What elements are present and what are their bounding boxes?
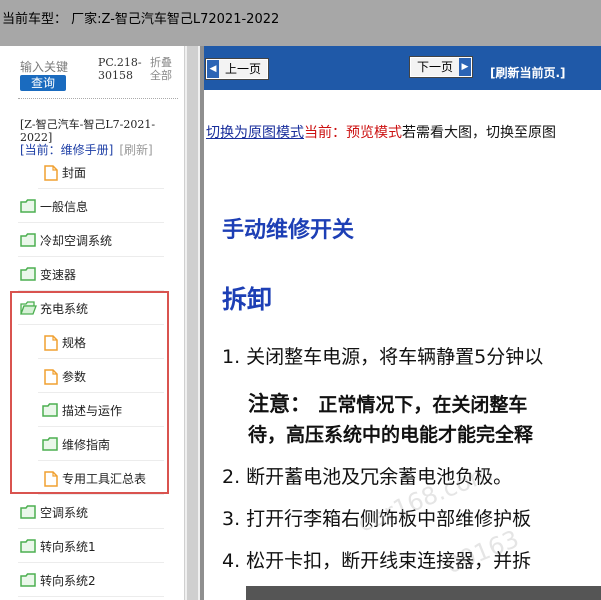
tree-item[interactable]: 转向系统2 — [18, 564, 164, 597]
tree-item[interactable]: 空调系统 — [18, 496, 164, 529]
divider — [18, 98, 178, 99]
tree-item-label: 一般信息 — [40, 200, 89, 214]
tree-item-label: 冷却空调系统 — [40, 234, 113, 248]
tree-item-label: 转向系统1 — [40, 540, 96, 554]
tree-item-label: 封面 — [62, 166, 87, 180]
refresh-page-link[interactable]: [刷新当前页.] — [490, 64, 566, 81]
note-line-2: 待，高压系统中的电能才能完全释 — [248, 424, 534, 446]
folder-icon — [20, 539, 36, 553]
collapse-all-button[interactable]: 折叠全部 — [150, 56, 180, 82]
step-1: 1. 关闭整车电源，将车辆静置5分钟以 — [222, 346, 544, 368]
keyword-input[interactable]: 输入关键 — [20, 60, 80, 74]
folder-icon — [20, 267, 36, 281]
refresh-link[interactable]: [刷新] — [119, 143, 152, 157]
doc-section-heading: 拆卸 — [222, 285, 273, 314]
page-toolbar: ◀ 上一页 下一页 ▶ [刷新当前页.] — [204, 46, 601, 90]
tree-item-label: 变速器 — [40, 268, 77, 282]
folder-icon — [20, 233, 36, 247]
figure-preview — [246, 586, 601, 600]
document-icon — [44, 165, 58, 181]
query-button[interactable]: 查询 — [20, 75, 66, 91]
search-area: 输入关键 查询 — [20, 60, 80, 91]
pc-code: PC.218-30158 — [98, 56, 142, 82]
title-bar: 当前车型： 厂家:Z-智己汽车智己L72021-2022 — [0, 0, 601, 46]
tree-item-label: 转向系统2 — [40, 574, 96, 588]
note-line-1: 注意： 正常情况下，在关闭整车 — [248, 388, 527, 418]
tree-item-label: 空调系统 — [40, 506, 89, 520]
current-mode-label: [当前：维修手册] — [20, 143, 114, 157]
prev-page-button[interactable]: ◀ 上一页 — [204, 58, 270, 80]
sidebar-scrollbar[interactable] — [185, 46, 200, 600]
tree-item[interactable]: 转向系统1 — [18, 530, 164, 563]
current-mode-text: 当前：预览模式 — [304, 125, 402, 141]
tree-item[interactable]: 变速器 — [18, 258, 164, 291]
folder-icon — [20, 199, 36, 213]
folder-icon — [20, 573, 36, 587]
tree-item[interactable]: 封面 — [38, 156, 164, 189]
arrow-right-icon: ▶ — [459, 58, 472, 76]
scrollbar-thumb[interactable] — [187, 46, 198, 600]
highlight-box — [10, 291, 169, 494]
switch-original-mode-link[interactable]: 切换为原图模式 — [206, 125, 304, 141]
tree-item[interactable]: 冷却空调系统 — [18, 224, 164, 257]
arrow-left-icon: ◀ — [207, 60, 219, 78]
doc-title: 手动维修开关 — [222, 218, 355, 243]
mode-line: 切换为原图模式当前：预览模式若需看大图，切换至原图 — [206, 122, 556, 142]
note-label: 注意： — [248, 392, 311, 416]
next-page-button[interactable]: 下一页 ▶ — [408, 56, 474, 78]
tree-item[interactable]: 一般信息 — [18, 190, 164, 223]
note-text-1: 正常情况下，在关闭整车 — [318, 394, 528, 416]
content-panel: ◀ 上一页 下一页 ▶ [刷新当前页.] 切换为原图模式当前：预览模式若需看大图，切… — [204, 46, 601, 600]
mode-hint-text: 若需看大图，切换至原图 — [402, 125, 556, 141]
folder-icon — [20, 505, 36, 519]
window-title: 当前车型： 厂家:Z-智己汽车智己L72021-2022 — [2, 12, 280, 27]
